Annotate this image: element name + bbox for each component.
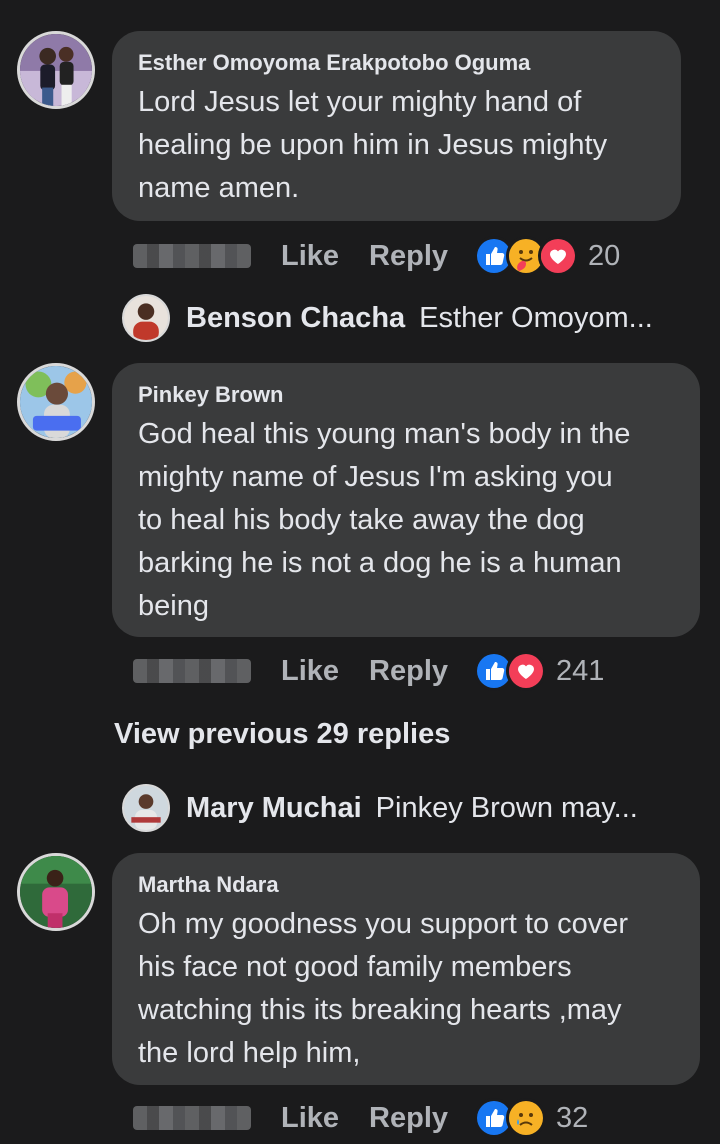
comment-line: God heal this young man's body in the [138,418,631,450]
reaction-summary[interactable] [474,236,579,276]
reaction-count[interactable]: 241 [556,655,604,688]
comment-line: name amen. [138,172,300,204]
reply-button[interactable]: Reply [369,655,448,688]
reply-button[interactable]: Reply [369,1102,448,1135]
comment-line: Lord Jesus let your mighty hand of [138,86,582,118]
comment-author[interactable]: Pinkey Brown [138,381,674,409]
sad-icon [506,1098,547,1138]
comment-line: to heal his body take away the dog [138,504,585,536]
reply-avatar [122,784,170,832]
like-button[interactable]: Like [281,1102,339,1135]
reaction-count[interactable]: 32 [556,1102,588,1135]
comment-text: God heal this young man's body in the mi… [138,413,674,628]
comment-bubble: Esther Omoyoma Erakpotobo Oguma Lord Jes… [112,31,681,221]
commenter-avatar[interactable] [17,853,95,931]
avatar-photo-icon [20,366,92,438]
love-icon [506,651,547,691]
comment-text: Oh my goodness you support to cover his … [138,903,674,1075]
comment-bubble: Martha Ndara Oh my goodness you support … [112,853,700,1085]
reply-preview[interactable]: Mary Muchai Pinkey Brown may... [122,784,638,832]
comment-line: being [138,590,209,622]
reply-snippet: Pinkey Brown may... [375,791,638,824]
reply-preview[interactable]: Benson Chacha Esther Omoyom... [122,294,653,342]
comment-line: healing be upon him in Jesus mighty [138,129,608,161]
comment-actions: Like Reply 32 [133,1098,588,1138]
comment-line: barking he is not a dog he is a human [138,547,622,579]
reply-avatar [122,294,170,342]
comment-author[interactable]: Martha Ndara [138,871,674,899]
comment-line: mighty name of Jesus I'm asking you [138,461,613,493]
like-button[interactable]: Like [281,655,339,688]
avatar-photo-icon [124,786,168,830]
view-previous-replies-link[interactable]: View previous 29 replies [114,718,450,751]
reply-snippet: Esther Omoyom... [419,301,653,334]
comment-text: Lord Jesus let your mighty hand of heali… [138,81,655,210]
reaction-summary[interactable] [474,1098,547,1138]
like-button[interactable]: Like [281,240,339,273]
comment-actions: Like Reply 20 [133,236,620,276]
comment-line: watching this its breaking hearts ,may [138,994,622,1026]
comment-actions: Like Reply 241 [133,651,604,691]
comment-line: the lord help him, [138,1037,361,1069]
reaction-summary[interactable] [474,651,547,691]
timestamp-blurred [133,659,251,683]
comment-line: Oh my goodness you support to cover [138,908,629,940]
comment-line: his face not good family members [138,951,572,983]
comment-bubble: Pinkey Brown God heal this young man's b… [112,363,700,637]
timestamp-blurred [133,244,251,268]
reaction-count[interactable]: 20 [588,240,620,273]
reply-author[interactable]: Benson Chacha [186,302,405,335]
love-icon [538,236,579,276]
comment-author[interactable]: Esther Omoyoma Erakpotobo Oguma [138,49,655,77]
avatar-photo-icon [20,856,92,928]
avatar-photo-icon [124,296,168,340]
reply-author[interactable]: Mary Muchai [186,792,362,825]
commenter-avatar[interactable] [17,363,95,441]
timestamp-blurred [133,1106,251,1130]
reply-button[interactable]: Reply [369,240,448,273]
avatar-photo-icon [20,34,92,106]
commenter-avatar[interactable] [17,31,95,109]
